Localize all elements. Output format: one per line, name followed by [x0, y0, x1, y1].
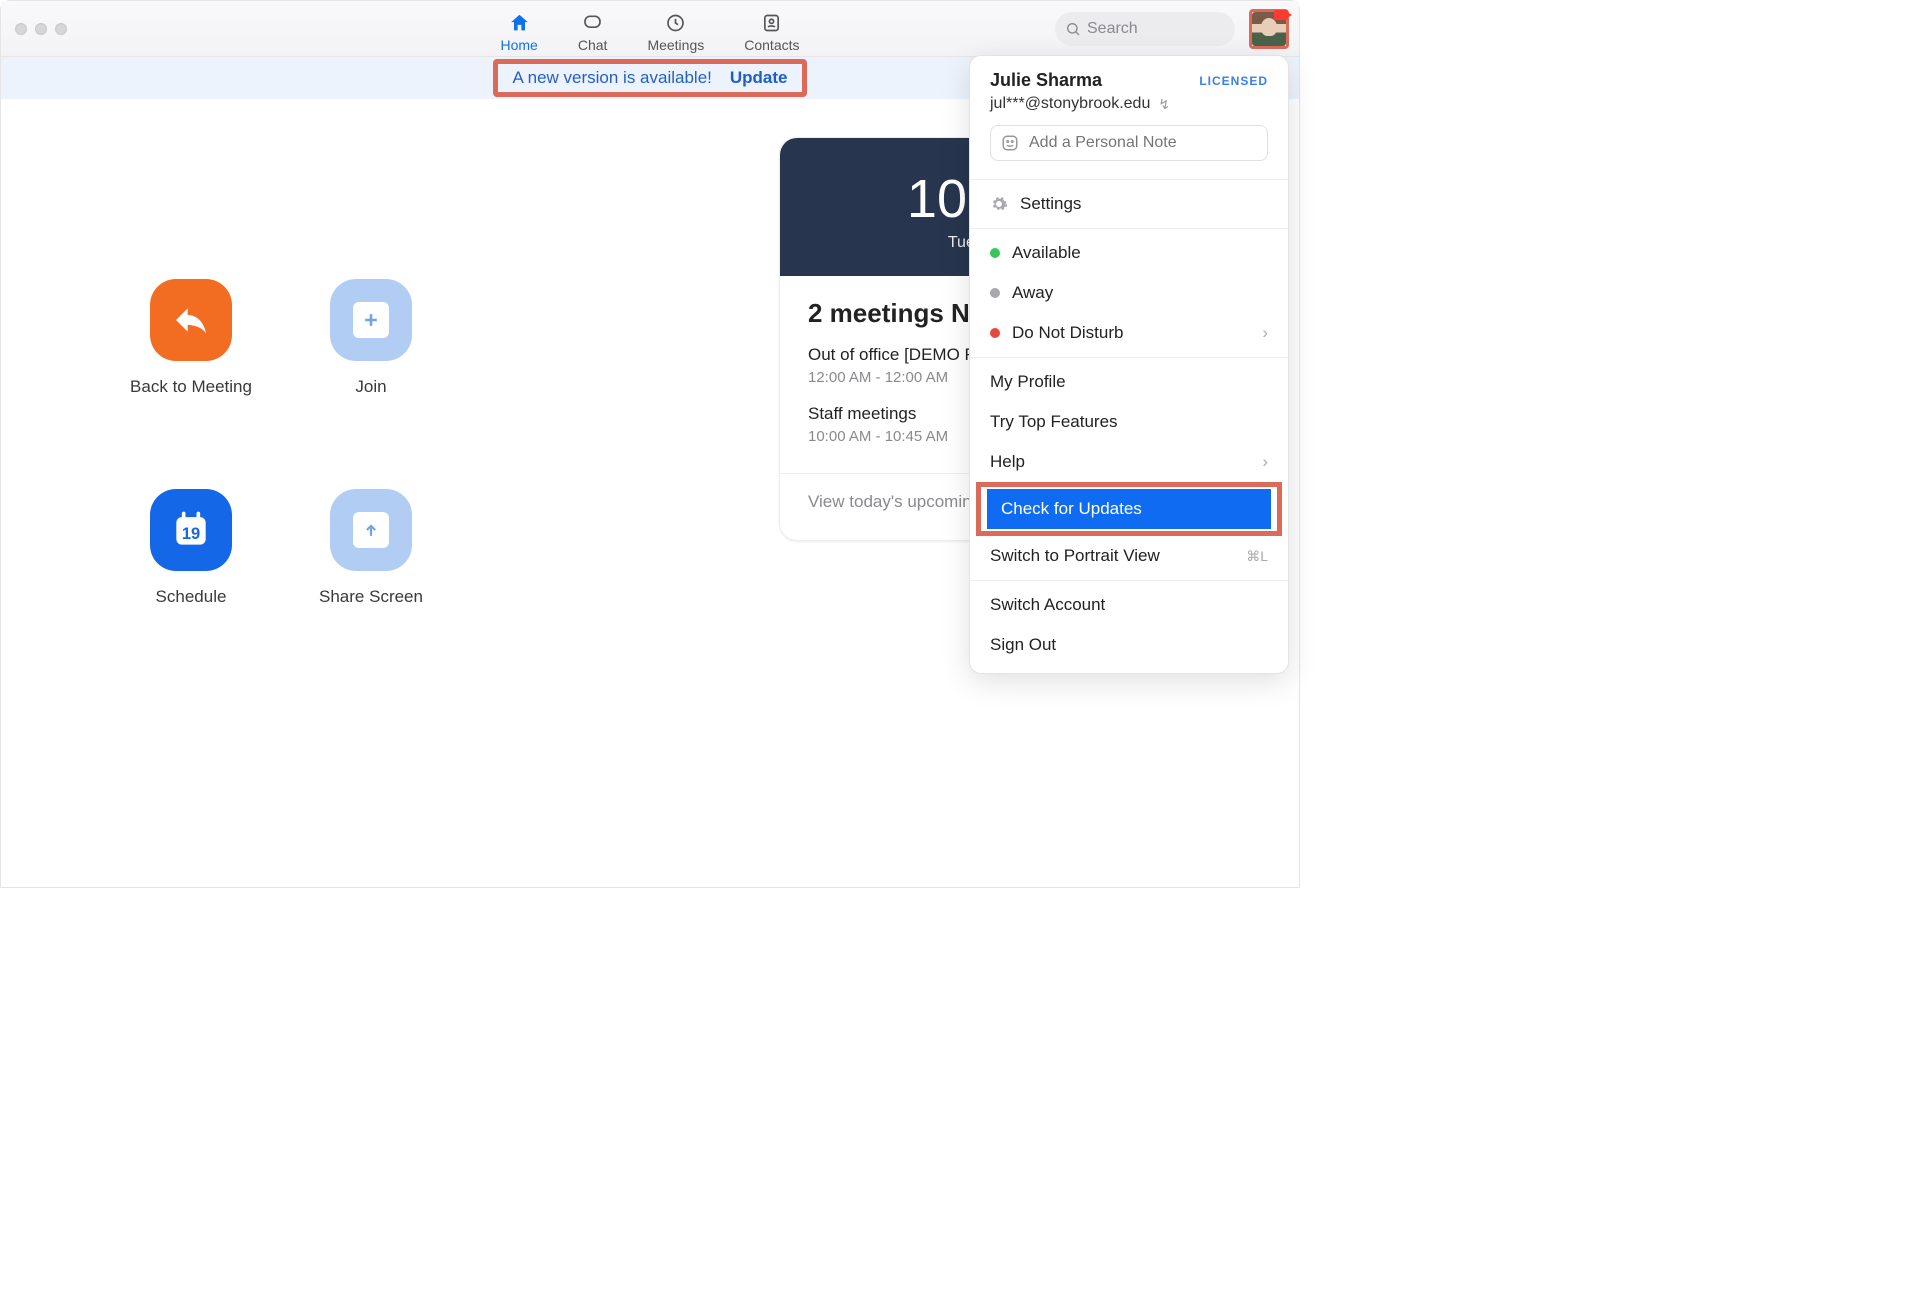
- schedule-button[interactable]: 19: [150, 489, 232, 571]
- status-dot-icon: [990, 328, 1000, 338]
- profile-email: jul***@stonybrook.edu: [990, 95, 1150, 113]
- menu-settings[interactable]: Settings: [970, 184, 1288, 224]
- search-icon: [1065, 21, 1081, 37]
- tile-label: Share Screen: [319, 587, 423, 607]
- plus-icon: [353, 302, 389, 338]
- menu-label: Sign Out: [990, 635, 1056, 655]
- tab-label: Home: [501, 37, 538, 53]
- main-tabs: Home Chat Meetings Contacts: [501, 1, 800, 56]
- menu-top-features[interactable]: Try Top Features: [970, 402, 1288, 442]
- minimize-window[interactable]: [35, 23, 47, 35]
- chat-icon: [581, 11, 605, 35]
- close-window[interactable]: [15, 23, 27, 35]
- tab-label: Contacts: [744, 37, 799, 53]
- back-to-meeting-button[interactable]: [150, 279, 232, 361]
- svg-text:19: 19: [182, 525, 200, 543]
- menu-label: Help: [990, 452, 1025, 472]
- menu-label: Switch to Portrait View: [990, 546, 1160, 566]
- share-screen-button[interactable]: [330, 489, 412, 571]
- shortcut-label: ⌘L: [1246, 548, 1268, 565]
- status-dot-icon: [990, 288, 1000, 298]
- highlighted-check-updates: Check for Updates: [976, 482, 1282, 536]
- tile-join: Join: [291, 279, 451, 459]
- menu-label: Available: [1012, 243, 1081, 263]
- menu-label: Check for Updates: [1001, 499, 1142, 518]
- clock-icon: [664, 11, 688, 35]
- tile-back-to-meeting: Back to Meeting: [111, 279, 271, 459]
- menu-label: Settings: [1020, 194, 1081, 214]
- window-controls: [15, 23, 67, 35]
- search-input[interactable]: Search: [1055, 12, 1235, 46]
- contacts-icon: [760, 11, 784, 35]
- titlebar: Home Chat Meetings Contacts Search: [1, 1, 1299, 57]
- menu-sign-out[interactable]: Sign Out: [970, 625, 1288, 665]
- menu-label: Away: [1012, 283, 1053, 303]
- join-button[interactable]: [330, 279, 412, 361]
- tile-label: Join: [355, 377, 386, 397]
- profile-name: Julie Sharma: [990, 70, 1102, 91]
- menu-portrait-view[interactable]: Switch to Portrait View ⌘L: [970, 536, 1288, 576]
- separator: [970, 179, 1288, 180]
- personal-note-field[interactable]: [1029, 134, 1257, 152]
- tile-share-screen: Share Screen: [291, 489, 451, 669]
- gear-icon: [990, 195, 1008, 213]
- personal-note-input[interactable]: [990, 125, 1268, 161]
- separator: [970, 228, 1288, 229]
- home-icon: [507, 11, 531, 35]
- tile-schedule: 19 Schedule: [111, 489, 271, 669]
- separator: [970, 580, 1288, 581]
- menu-status-available[interactable]: Available: [970, 233, 1288, 273]
- tab-label: Chat: [578, 37, 608, 53]
- dd-profile-header: Julie Sharma LICENSED jul***@stonybrook.…: [970, 56, 1288, 175]
- tab-chat[interactable]: Chat: [578, 5, 608, 53]
- reply-arrow-icon: [171, 300, 211, 340]
- menu-label: My Profile: [990, 372, 1066, 392]
- video-badge-icon: [1274, 10, 1288, 20]
- menu-label: Try Top Features: [990, 412, 1118, 432]
- profile-email-row: jul***@stonybrook.edu ↯: [990, 95, 1268, 113]
- upload-arrow-icon: [353, 512, 389, 548]
- menu-my-profile[interactable]: My Profile: [970, 362, 1288, 402]
- menu-help[interactable]: Help ›: [970, 442, 1288, 482]
- tab-contacts[interactable]: Contacts: [744, 5, 799, 53]
- hide-email-icon[interactable]: ↯: [1158, 96, 1170, 113]
- search-placeholder: Search: [1087, 20, 1138, 38]
- status-dot-icon: [990, 248, 1000, 258]
- maximize-window[interactable]: [55, 23, 67, 35]
- tile-label: Back to Meeting: [130, 377, 252, 397]
- menu-status-dnd[interactable]: Do Not Disturb ›: [970, 313, 1288, 353]
- action-tiles: Back to Meeting Join 19 Schedule: [111, 279, 451, 669]
- profile-dropdown: Julie Sharma LICENSED jul***@stonybrook.…: [969, 55, 1289, 674]
- menu-switch-account[interactable]: Switch Account: [970, 585, 1288, 625]
- update-banner: A new version is available! Update: [493, 59, 806, 97]
- tile-label: Schedule: [156, 587, 227, 607]
- menu-check-updates[interactable]: Check for Updates: [987, 489, 1271, 529]
- tab-label: Meetings: [647, 37, 704, 53]
- smile-icon: [1001, 134, 1019, 152]
- tab-home[interactable]: Home: [501, 5, 538, 53]
- chevron-right-icon: ›: [1262, 323, 1268, 343]
- menu-status-away[interactable]: Away: [970, 273, 1288, 313]
- banner-text: A new version is available!: [512, 68, 711, 88]
- calendar-icon: 19: [169, 508, 213, 552]
- menu-label: Switch Account: [990, 595, 1105, 615]
- profile-avatar[interactable]: [1249, 9, 1289, 49]
- tab-meetings[interactable]: Meetings: [647, 5, 704, 53]
- separator: [970, 357, 1288, 358]
- menu-label: Do Not Disturb: [1012, 323, 1123, 343]
- banner-update-link[interactable]: Update: [730, 68, 788, 88]
- license-badge: LICENSED: [1199, 74, 1268, 88]
- chevron-right-icon: ›: [1262, 452, 1268, 472]
